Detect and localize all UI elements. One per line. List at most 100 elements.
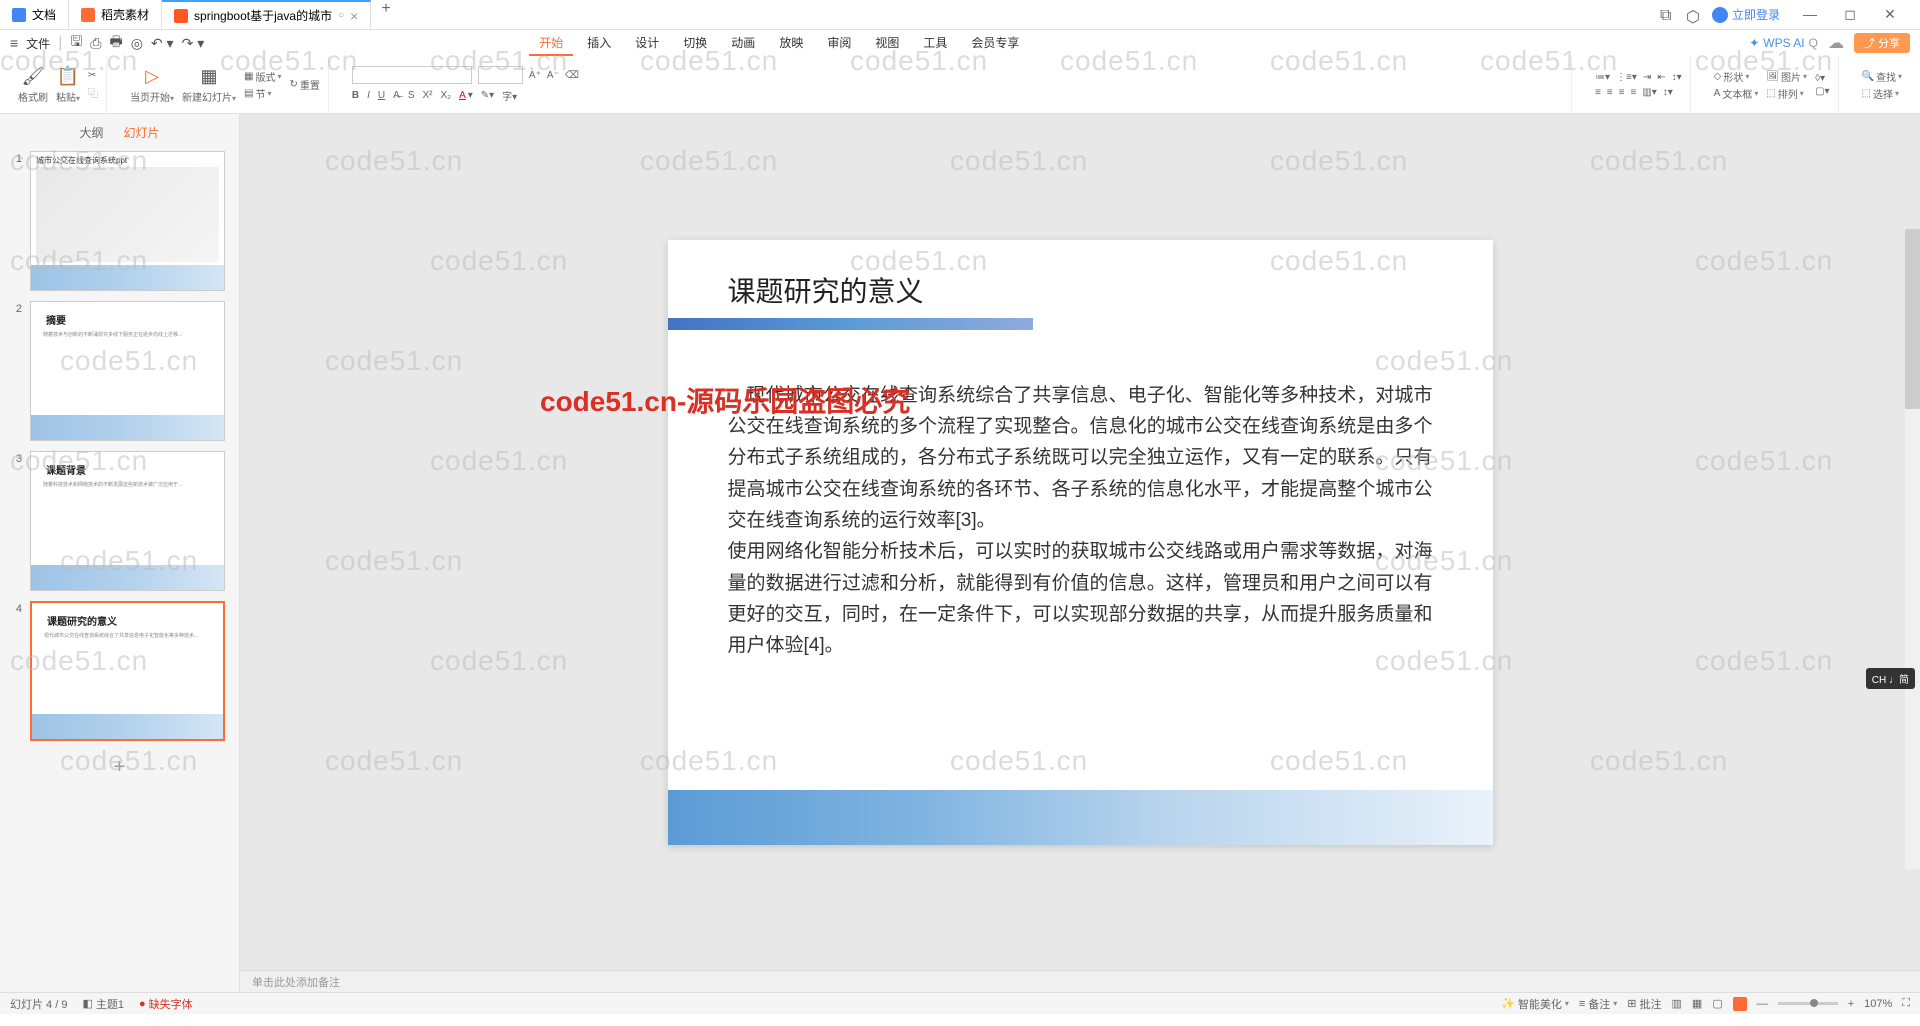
close-icon[interactable]: × [350,8,358,24]
slides-list[interactable]: 1 城市公交在线查询系统ppt 2 摘要 随着技术与创新的不断涌现许多线下服务正… [0,146,239,992]
slide-counter[interactable]: 幻灯片 4 / 9 [10,996,67,1012]
zoom-value[interactable]: 107% [1864,998,1892,1010]
zoom-in-button[interactable]: + [1848,998,1854,1010]
arrange-button[interactable]: ⬚ 排列▾ [1766,86,1807,101]
slide-title[interactable]: 课题研究的意义 [728,270,924,310]
main-slide[interactable]: 课题研究的意义 现代城市公交在线查询系统综合了共享信息、电子化、智能化等多种技术… [668,240,1493,845]
menu-tab-insert[interactable]: 插入 [577,31,621,56]
redo-icon[interactable]: ↷ ▾ [182,35,205,52]
save-icon[interactable]: 🖫 [70,31,82,55]
scrollbar[interactable] [1905,229,1920,869]
layout-button[interactable]: ▦ 版式▾ [244,69,281,84]
hamburger-icon[interactable]: ≡ [10,35,18,51]
maximize-button[interactable]: ◻ [1830,6,1870,23]
copy-button[interactable]: ⿻ [88,85,98,100]
strikethrough-button[interactable]: A̶ [393,90,400,101]
add-slide-button[interactable]: + [10,751,229,784]
slide-preview[interactable]: 摘要 随着技术与创新的不断涌现许多线下服务正在逐步向线上迁移... [30,301,225,441]
slide-preview[interactable]: 城市公交在线查询系统ppt [30,151,225,291]
bold-button[interactable]: B [352,90,359,101]
zoom-out-button[interactable]: — [1757,998,1768,1010]
slide-preview[interactable]: 课题背景 随着科技技术和网络技术的不断发展这些新技术被广泛应用于... [30,451,225,591]
minimize-button[interactable]: — [1790,6,1830,23]
slideshow-button[interactable] [1733,997,1747,1011]
theme-indicator[interactable]: ◧ 主题1 [82,996,124,1012]
undo-icon[interactable]: ↶ ▾ [151,35,174,52]
zoom-slider[interactable] [1778,1002,1838,1005]
file-menu[interactable]: 文件 [26,35,50,52]
align-left-button[interactable]: ≡ [1595,87,1601,98]
decrease-font-button[interactable]: A⁻ [547,70,559,81]
notes-toggle[interactable]: ≡ 备注▾ [1579,996,1617,1012]
find-button[interactable]: 🔍 查找▾ [1862,69,1902,84]
missing-font-warning[interactable]: ● 缺失字体 [139,996,193,1012]
share-button[interactable]: ⤴ 分享 [1854,33,1910,53]
paste-button[interactable]: 📋 粘贴▾ [56,66,80,104]
menu-tab-member[interactable]: 会员专享 [961,31,1029,56]
cloud-icon[interactable]: ☁ [1828,33,1844,53]
slide-thumb-1[interactable]: 1 城市公交在线查询系统ppt [10,151,229,291]
align-justify-button[interactable]: ≡ [1630,87,1636,98]
picture-button[interactable]: 🖼 图片▾ [1766,69,1807,84]
comments-toggle[interactable]: ⊞ 批注 [1627,996,1661,1012]
font-family-select[interactable] [352,66,472,84]
cube-icon[interactable]: ⬡ [1686,7,1702,23]
increase-font-button[interactable]: A⁺ [529,70,541,81]
smart-beautify-button[interactable]: ✨ 智能美化▾ [1501,996,1569,1012]
shape-button[interactable]: ◇ 形状▾ [1714,69,1759,84]
font-color-button[interactable]: A▾ [459,90,473,101]
outline-button[interactable]: ▢▾ [1815,86,1829,97]
cut-button[interactable]: ✂ [88,70,98,81]
format-painter-button[interactable]: 🖌 格式刷 [18,66,48,104]
login-button[interactable]: 立即登录 [1712,6,1780,23]
slide-thumb-3[interactable]: 3 课题背景 随着科技技术和网络技术的不断发展这些新技术被广泛应用于... [10,451,229,591]
slide-thumb-4[interactable]: 4 课题研究的意义 现代城市公交在线查询系统综合了共享信息电子化智能化等多种技术… [10,601,229,741]
reading-view-button[interactable]: ▢ [1712,997,1722,1010]
window-mode-icon[interactable]: ⧉ [1660,7,1676,23]
superscript-button[interactable]: X² [423,90,433,101]
subscript-button[interactable]: X₂ [441,90,452,101]
menu-tab-design[interactable]: 设计 [625,31,669,56]
reset-button[interactable]: ↻ 重置 [290,77,320,92]
menu-tab-transition[interactable]: 切换 [673,31,717,56]
underline-button[interactable]: U [378,90,385,101]
menu-tab-view[interactable]: 视图 [865,31,909,56]
outline-tab[interactable]: 大纲 [79,124,103,141]
menu-tab-animation[interactable]: 动画 [721,31,765,56]
columns-button[interactable]: ▥▾ [1642,87,1656,98]
normal-view-button[interactable]: ▥ [1672,997,1682,1010]
line-spacing-button[interactable]: ↕▾ [1672,72,1682,83]
menu-tab-slideshow[interactable]: 放映 [769,31,813,56]
font-size-select[interactable] [478,66,523,84]
clear-format-button[interactable]: ⌫ [565,70,579,81]
current-page-button[interactable]: ▷ 当页开始▾ [130,66,174,104]
italic-button[interactable]: I [367,90,370,101]
strike-button[interactable]: S [408,90,415,101]
fit-button[interactable]: ⛶ [1902,997,1910,1010]
slide-preview[interactable]: 课题研究的意义 现代城市公交在线查询系统综合了共享信息电子化智能化等多种技术..… [30,601,225,741]
print-preview-icon[interactable]: ⎙ [90,35,101,52]
slide-canvas[interactable]: 课题研究的意义 现代城市公交在线查询系统综合了共享信息、电子化、智能化等多种技术… [240,114,1920,970]
text-direction-button[interactable]: ↕▾ [1663,87,1673,98]
text-effect-button[interactable]: 字▾ [502,88,517,103]
new-slide-button[interactable]: ▦ 新建幻灯片▾ [182,66,236,104]
numbering-button[interactable]: ⋮≡▾ [1616,72,1637,83]
add-tab-button[interactable]: + [371,0,400,29]
wps-ai-button[interactable]: ✦ WPS AI Q [1749,36,1818,50]
align-right-button[interactable]: ≡ [1619,87,1625,98]
slide-body[interactable]: 现代城市公交在线查询系统综合了共享信息、电子化、智能化等多种技术，对城市公交在线… [728,380,1433,662]
scroll-thumb[interactable] [1905,229,1920,409]
highlight-button[interactable]: ✎▾ [481,90,494,101]
indent-inc-button[interactable]: ⇥ [1643,72,1651,83]
notes-area[interactable]: 单击此处添加备注 [240,970,1920,992]
close-button[interactable]: ✕ [1870,6,1910,23]
indent-dec-button[interactable]: ⇤ [1657,72,1665,83]
slides-tab[interactable]: 幻灯片 [124,124,160,141]
select-button[interactable]: ⬚ 选择▾ [1862,86,1902,101]
ime-badge[interactable]: CH ♩简 [1866,668,1915,689]
sorter-view-button[interactable]: ▦ [1692,997,1702,1010]
tab-springboot[interactable]: springboot基于java的城市 ○ × [162,0,371,29]
tab-dropdown-icon[interactable]: ○ [338,10,344,21]
menu-tab-start[interactable]: 开始 [529,31,573,56]
preview-icon[interactable]: ◎ [131,35,143,52]
